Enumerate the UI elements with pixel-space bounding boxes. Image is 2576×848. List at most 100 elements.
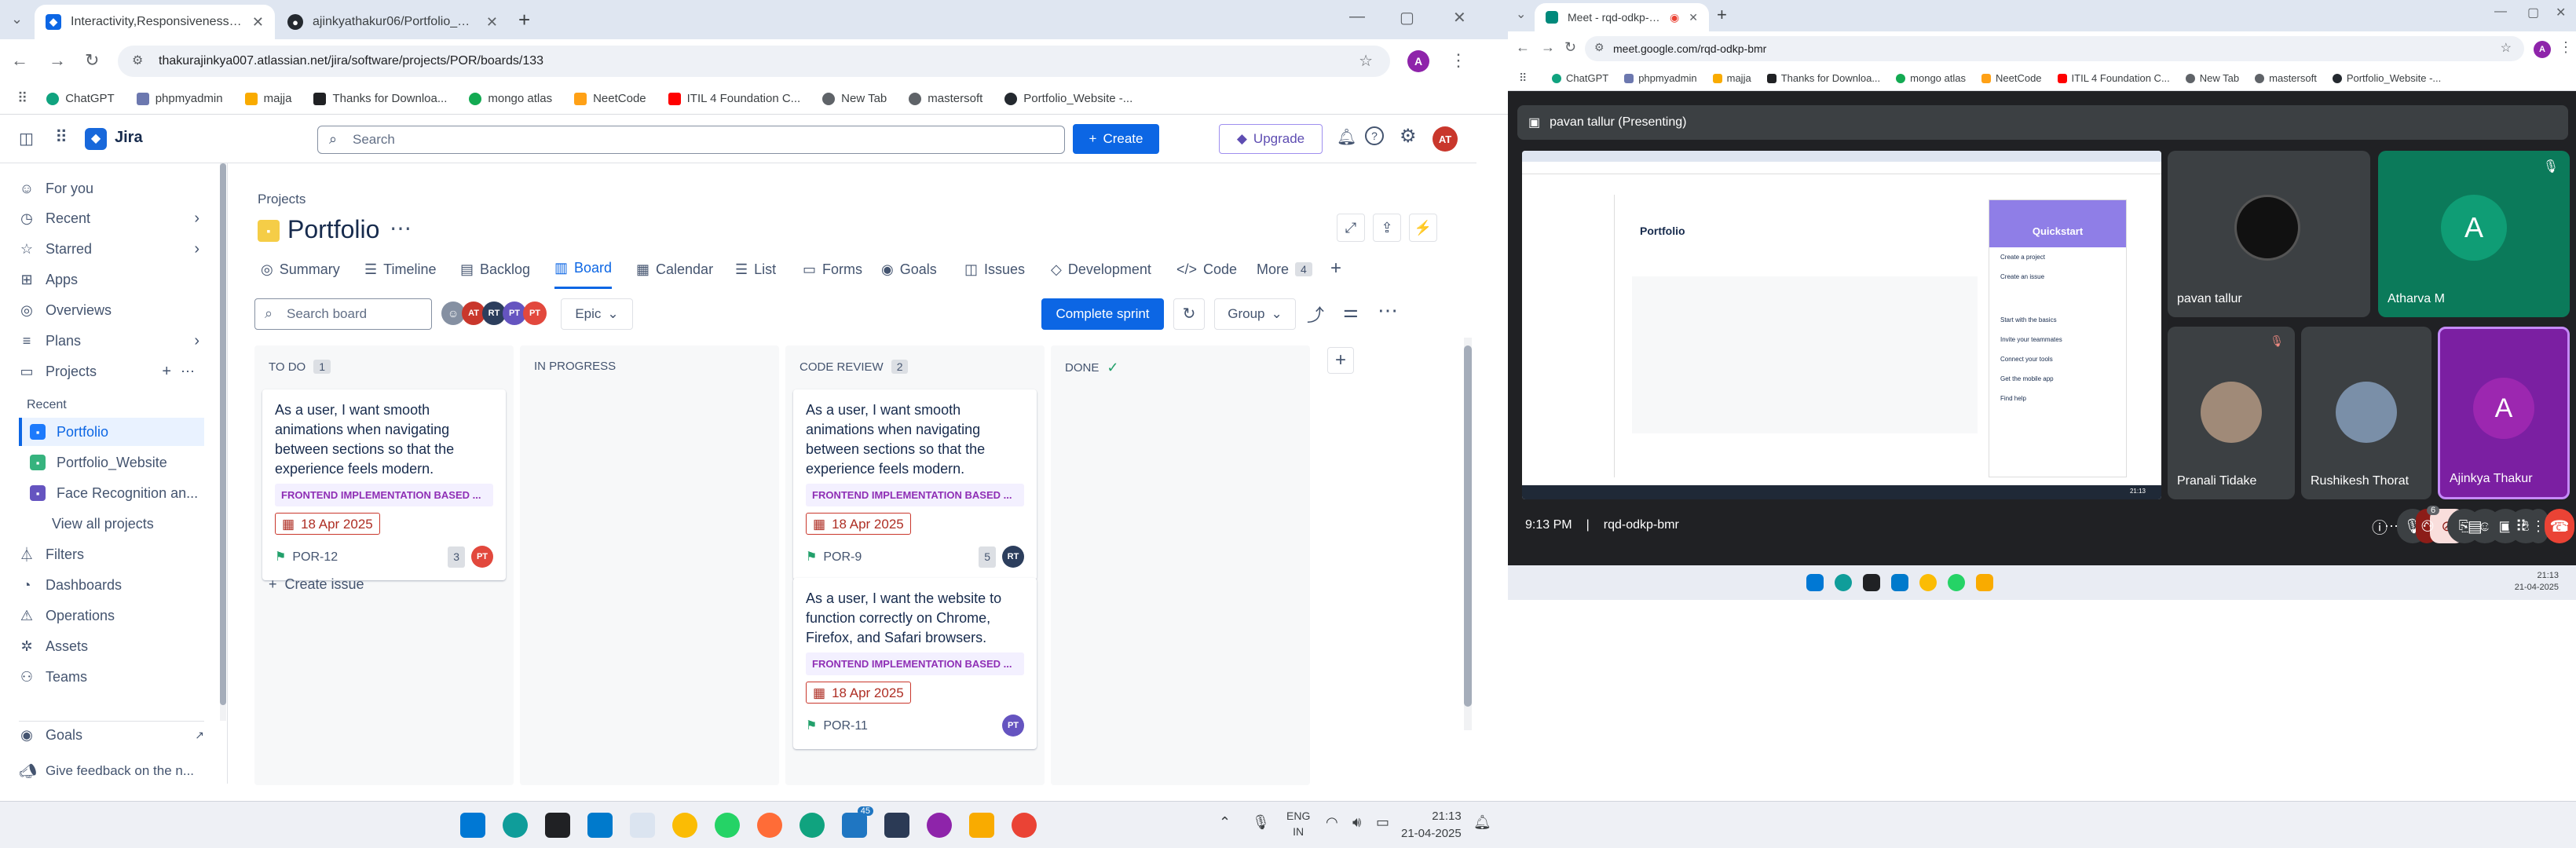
- chrome-alt-icon[interactable]: [1012, 813, 1037, 838]
- settings-icon[interactable]: ⚙: [1400, 125, 1417, 148]
- sidebar-item-filters[interactable]: ⏃ Filters: [19, 540, 84, 568]
- sidebar-scrollbar[interactable]: [220, 163, 226, 721]
- board-scrollbar[interactable]: [1464, 338, 1472, 730]
- chatgpt-icon[interactable]: [800, 813, 825, 838]
- create-issue-button[interactable]: + Create issue: [269, 576, 364, 593]
- sidebar-item-project-face-recognition[interactable]: ▪ Face Recognition an...: [30, 479, 198, 507]
- vscode-icon[interactable]: [587, 813, 613, 838]
- issue-key[interactable]: POR-11: [823, 716, 868, 736]
- bookmark[interactable]: New Tab: [2185, 72, 2239, 84]
- participant-tile[interactable]: pavan tallur: [2168, 151, 2370, 317]
- breadcrumb[interactable]: Projects: [258, 192, 306, 207]
- bookmark[interactable]: Thanks for Downloa...: [313, 92, 447, 105]
- group-dropdown[interactable]: Group ⌄: [1214, 298, 1296, 330]
- automation-icon[interactable]: ⚡: [1409, 214, 1437, 242]
- tab-code[interactable]: </> Code: [1176, 250, 1237, 289]
- close-icon[interactable]: ✕: [252, 14, 264, 31]
- menu-icon[interactable]: ⋮: [2559, 39, 2573, 56]
- new-tab-button[interactable]: +: [518, 8, 530, 32]
- windows-start-icon[interactable]: [460, 813, 485, 838]
- notification-bell-icon[interactable]: 🔔︎: [1473, 814, 1491, 831]
- participant-tile[interactable]: 🎙︎ Pranali Tidake: [2168, 327, 2295, 499]
- apps-grid-icon[interactable]: ⠿: [1519, 71, 1527, 85]
- url-field[interactable]: ⚙ meet.google.com/rqd-odkp-bmr ☆: [1585, 36, 2524, 61]
- mic-icon[interactable]: 🎙︎: [1252, 814, 1270, 831]
- paint-icon[interactable]: [630, 813, 655, 838]
- teams-icon[interactable]: 45: [842, 806, 873, 838]
- upgrade-button[interactable]: ◆ Upgrade: [1219, 124, 1323, 154]
- sidebar-item-starred[interactable]: ☆ Starred ›: [19, 235, 199, 263]
- tab-goals[interactable]: ◉ Goals: [881, 250, 937, 289]
- snipping-icon[interactable]: [884, 813, 909, 838]
- insights-icon[interactable]: ⤴: [1307, 302, 1324, 327]
- profile-avatar[interactable]: A: [2534, 41, 2551, 58]
- tab-meet[interactable]: Meet - rqd-odkp-bmr ◉ ✕: [1535, 3, 1709, 31]
- apps-grid-icon[interactable]: ⠿: [17, 90, 27, 107]
- tab-calendar[interactable]: ▦ Calendar: [636, 250, 713, 289]
- reload-icon[interactable]: ↻: [85, 50, 99, 71]
- avatar[interactable]: PT: [523, 302, 547, 325]
- bookmark[interactable]: majja: [1712, 72, 1751, 84]
- chevron-right-icon[interactable]: ›: [194, 210, 199, 228]
- sidebar-item-overviews[interactable]: ◎ Overviews: [19, 296, 112, 324]
- profile-avatar[interactable]: A: [1407, 50, 1429, 72]
- battery-icon[interactable]: ▭: [1376, 814, 1389, 831]
- bookmark[interactable]: ITIL 4 Foundation C...: [668, 92, 800, 105]
- minimize-icon[interactable]: —: [2494, 5, 2507, 19]
- chevron-right-icon[interactable]: ›: [194, 332, 199, 350]
- chat-icon[interactable]: ▤: [2468, 517, 2483, 536]
- more-icon[interactable]: ⋯: [1378, 298, 1398, 323]
- back-icon[interactable]: ←: [1516, 39, 1530, 56]
- close-window-icon[interactable]: ✕: [1453, 8, 1466, 27]
- info-icon[interactable]: ⓘ: [2372, 515, 2388, 538]
- bookmark[interactable]: NeetCode: [574, 92, 646, 105]
- close-icon[interactable]: ✕: [1689, 11, 1698, 24]
- chrome-profile-icon[interactable]: [927, 813, 952, 838]
- site-info-icon[interactable]: ⚙: [132, 53, 143, 68]
- issue-card[interactable]: As a user, I want smooth animations when…: [793, 389, 1037, 580]
- tab-more[interactable]: More 4: [1257, 250, 1312, 289]
- tab-forms[interactable]: ▭ Forms: [803, 250, 862, 289]
- maximize-icon[interactable]: ▢: [2527, 5, 2539, 20]
- sidebar-item-project-portfolio-website[interactable]: ▪ Portfolio_Website: [30, 448, 167, 477]
- minimize-icon[interactable]: —: [1349, 8, 1365, 26]
- issue-card[interactable]: As a user, I want smooth animations when…: [262, 389, 506, 580]
- sprint-refresh-icon[interactable]: ↻: [1173, 298, 1205, 330]
- close-window-icon[interactable]: ✕: [2556, 5, 2566, 20]
- new-tab-button[interactable]: +: [1717, 5, 1727, 25]
- add-column-button[interactable]: +: [1327, 347, 1354, 374]
- sidebar-item-goals[interactable]: ◉ Goals ↗: [19, 721, 204, 749]
- assignee-avatar[interactable]: PT: [471, 546, 493, 568]
- issue-card[interactable]: As a user, I want the website to functio…: [793, 578, 1037, 749]
- whatsapp-icon[interactable]: [715, 813, 740, 838]
- forward-icon[interactable]: →: [1541, 39, 1555, 56]
- maximize-icon[interactable]: ▢: [1400, 8, 1414, 27]
- tab-github[interactable]: ● ajinkyathakur06/Portfolio_Webs ✕: [276, 5, 509, 39]
- assignee-avatar[interactable]: PT: [1002, 715, 1024, 737]
- more-icon[interactable]: ⋯: [181, 364, 195, 380]
- sidebar-item-project-portfolio[interactable]: ▪ Portfolio: [19, 418, 204, 446]
- chrome-icon[interactable]: [672, 813, 697, 838]
- issue-key[interactable]: POR-12: [292, 547, 338, 567]
- bookmark[interactable]: mongo atlas: [1896, 72, 1966, 84]
- notifications-icon[interactable]: 🔔︎: [1337, 127, 1356, 147]
- bookmark[interactable]: mastersoft: [2255, 72, 2317, 84]
- people-icon[interactable]: ⚇ 6: [2420, 505, 2440, 536]
- feedback-link[interactable]: 📣︎ Give feedback on the n...: [19, 757, 194, 785]
- tab-board[interactable]: ▥ Board: [554, 250, 613, 289]
- add-project-icon[interactable]: +: [162, 363, 171, 381]
- star-icon[interactable]: ☆: [1359, 51, 1373, 71]
- tab-search-icon[interactable]: ⌄: [11, 11, 23, 27]
- bookmark[interactable]: ChatGPT: [1552, 72, 1608, 84]
- assignee-avatar[interactable]: RT: [1002, 546, 1024, 568]
- terminal-icon[interactable]: [545, 813, 570, 838]
- sidebar-item-apps[interactable]: ⊞ Apps: [19, 265, 78, 294]
- jira-logo-icon[interactable]: ◆: [85, 128, 107, 150]
- share-icon[interactable]: ⇪: [1373, 214, 1401, 242]
- bookmark[interactable]: phpmyadmin: [136, 92, 223, 105]
- participant-tile-self[interactable]: A Ajinkya Thakur: [2438, 327, 2570, 499]
- activities-icon[interactable]: ⠿: [2516, 517, 2527, 536]
- participant-tile[interactable]: Rushikesh Thorat: [2301, 327, 2431, 499]
- fullscreen-icon[interactable]: ⤢: [1337, 214, 1365, 242]
- tab-development[interactable]: ◇ Development: [1051, 250, 1151, 289]
